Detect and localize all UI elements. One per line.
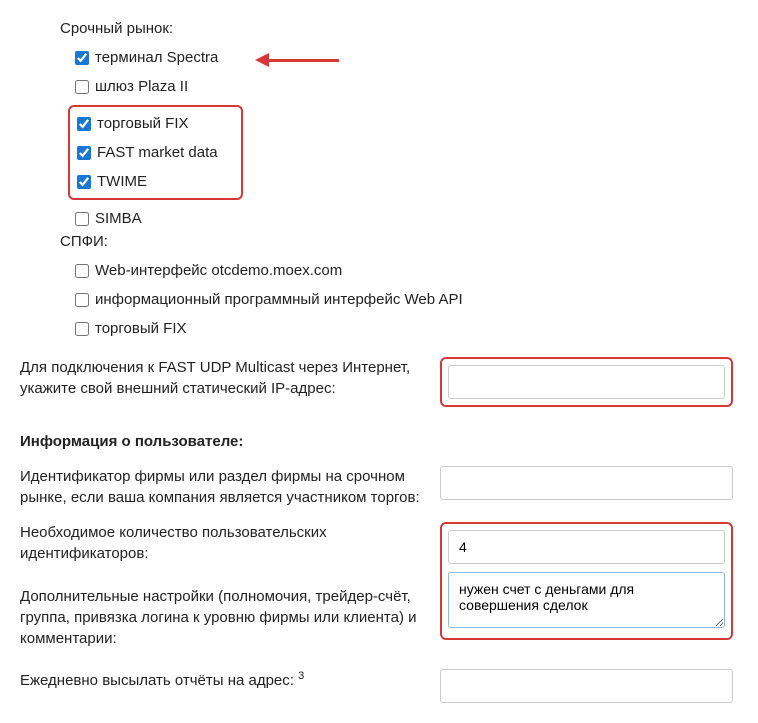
checkbox-webapi[interactable] — [75, 293, 89, 307]
checkbox-simba[interactable] — [75, 212, 89, 226]
reports-email-input[interactable] — [440, 669, 733, 703]
checkbox-row-twime: TWIME — [70, 167, 241, 196]
checkbox-label-twime[interactable]: TWIME — [97, 173, 147, 190]
checkbox-label-webapi[interactable]: информационный программный интерфейс Web… — [95, 291, 463, 308]
checkbox-label-webui[interactable]: Web-интерфейс otcdemo.moex.com — [95, 262, 342, 279]
extra-settings-textarea[interactable] — [448, 572, 725, 628]
reports-label: Ежедневно высылать отчёты на адрес: 3 — [20, 669, 420, 691]
id-count-label: Необходимое количество пользовательских … — [20, 522, 420, 564]
checkbox-fix[interactable] — [77, 117, 91, 131]
checkbox-spectra[interactable] — [75, 51, 89, 65]
checkbox-label-simba[interactable]: SIMBA — [95, 210, 142, 227]
checkbox-row-webui: Web-интерфейс otcdemo.moex.com — [20, 256, 733, 285]
reports-footnote: 3 — [298, 670, 304, 682]
urgent-market-title: Срочный рынок: — [60, 20, 733, 37]
checkbox-fast[interactable] — [77, 146, 91, 160]
checkbox-label-spectra[interactable]: терминал Spectra — [95, 49, 218, 66]
spfi-title: СПФИ: — [60, 233, 733, 250]
checkbox-spfi-fix[interactable] — [75, 322, 89, 336]
checkbox-webui[interactable] — [75, 264, 89, 278]
checkbox-row-spfi-fix: торговый FIX — [20, 314, 733, 343]
checkbox-row-webapi: информационный программный интерфейс Web… — [20, 285, 733, 314]
ip-address-input[interactable] — [448, 365, 725, 399]
checkbox-row-spectra: терминал Spectra — [20, 43, 733, 72]
user-info-heading: Информация о пользователе: — [20, 431, 420, 452]
checkbox-plaza[interactable] — [75, 80, 89, 94]
id-count-input[interactable] — [448, 530, 725, 564]
checkbox-label-fast[interactable]: FAST market data — [97, 144, 218, 161]
checkbox-row-simba: SIMBA — [20, 204, 733, 233]
checkbox-twime[interactable] — [77, 175, 91, 189]
checkbox-row-fix: торговый FIX — [70, 109, 241, 138]
highlight-box-count-extra — [440, 522, 733, 640]
extra-settings-label: Дополнительные настройки (полномочия, тр… — [20, 586, 420, 649]
firm-id-label: Идентификатор фирмы или раздел фирмы на … — [20, 466, 420, 508]
checkbox-label-plaza[interactable]: шлюз Plaza II — [95, 78, 188, 95]
checkbox-row-fast: FAST market data — [70, 138, 241, 167]
checkbox-label-fix[interactable]: торговый FIX — [97, 115, 189, 132]
highlight-box-fix-group: торговый FIX FAST market data TWIME — [68, 105, 243, 200]
firm-id-input[interactable] — [440, 466, 733, 500]
checkbox-label-spfi-fix[interactable]: торговый FIX — [95, 320, 187, 337]
fast-udp-label: Для подключения к FAST UDP Multicast чер… — [20, 357, 420, 399]
checkbox-row-plaza: шлюз Plaza II — [20, 72, 733, 101]
highlight-box-ip — [440, 357, 733, 407]
